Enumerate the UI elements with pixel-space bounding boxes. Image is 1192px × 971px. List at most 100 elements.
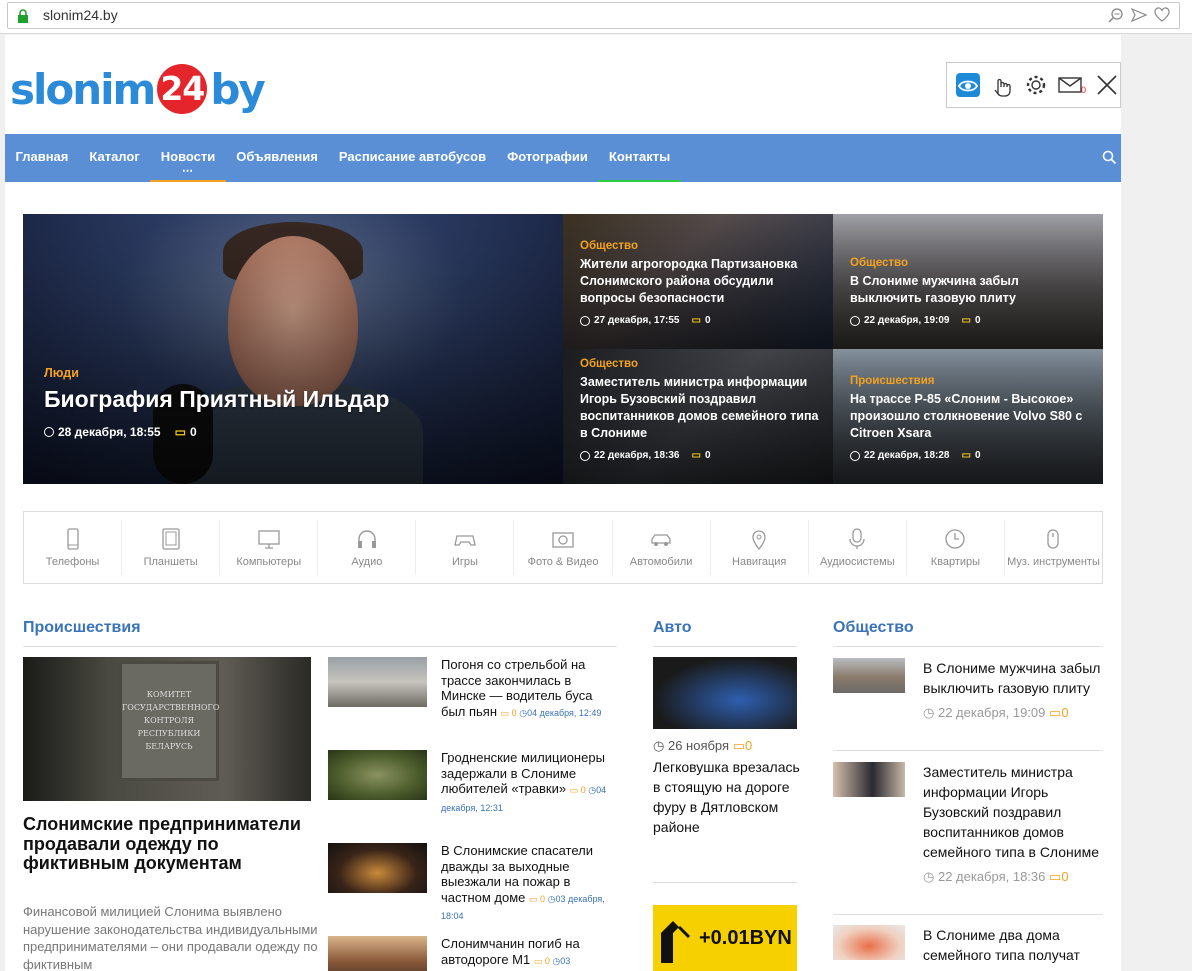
article-date: 22 декабря, 18:28 [864, 450, 950, 461]
featured-excerpt: Финансовой милицией Слонима выявлено нар… [23, 904, 318, 971]
divider [653, 646, 797, 647]
hero-tile[interactable]: Общество Заместитель министра информации… [563, 349, 833, 484]
thumbnail[interactable] [328, 750, 427, 800]
search-icon[interactable] [1102, 150, 1117, 165]
list-item-title[interactable]: В Слониме мужчина забыл выключить газову… [923, 660, 1100, 696]
comment-icon: ▭ [732, 738, 745, 753]
comment-count: 0 [704, 450, 711, 461]
catalog-item-cars[interactable]: Автомобили [613, 520, 711, 575]
article-title[interactable]: В Слониме мужчина забыл выключить газову… [850, 273, 1091, 307]
category-label[interactable]: Общество [580, 358, 821, 370]
divider [833, 914, 1103, 915]
featured-title[interactable]: Слонимские предприниматели продавали оде… [23, 814, 323, 874]
mail-icon[interactable] [1057, 72, 1083, 98]
thumbnail[interactable] [328, 657, 427, 707]
hand-pointer-icon[interactable] [989, 72, 1015, 98]
browser-url-bar: slonim24.by [0, 0, 1192, 34]
lock-icon [18, 9, 28, 23]
nav-contacts[interactable]: Контакты [598, 134, 681, 182]
catalog-bar: Телефоны Планшеты Компьютеры Аудио Игры … [23, 511, 1103, 584]
auto-article-title[interactable]: Легковушка врезалась в стоящую на дороге… [653, 757, 803, 837]
eye-accessibility-icon[interactable] [955, 72, 981, 98]
article-title[interactable]: Жители агрогородка Партизановка Слонимск… [580, 256, 821, 307]
auto-meta: ◷ 26 ноября ▭0 [653, 738, 753, 753]
list-item-title[interactable]: В Слониме два дома семейного типа получа… [923, 927, 1080, 963]
section-title-society[interactable]: Общество [833, 619, 914, 637]
comment-icon: ▭ [691, 450, 701, 461]
section-title-auto[interactable]: Авто [653, 619, 692, 637]
thumbnail[interactable] [833, 925, 905, 960]
address-field[interactable]: slonim24.by [7, 2, 1180, 29]
thumbnail[interactable] [328, 843, 427, 893]
article-date: 28 декабря, 18:55 [58, 425, 161, 439]
catalog-item-photo-video[interactable]: Фото & Видео [514, 520, 613, 575]
nav-catalog[interactable]: Каталог [79, 134, 150, 182]
category-label[interactable]: Общество [580, 240, 821, 252]
comment-icon: ▭ [1049, 869, 1062, 884]
nav-ads[interactable]: Объявления [226, 134, 329, 182]
mail-badge: 0 [1081, 85, 1087, 95]
comment-count: 0 [189, 425, 197, 439]
catalog-item-phones[interactable]: Телефоны [24, 520, 123, 575]
category-label[interactable]: Общество [850, 257, 1091, 269]
comment-icon: ▭ [569, 785, 581, 795]
list-item-title[interactable]: Заместитель министра информации Игорь Бу… [923, 764, 1099, 860]
featured-image[interactable]: КОМИТЕТ ГОСУДАРСТВЕННОГО КОНТРОЛЯ РЕСПУБ… [23, 657, 311, 801]
section-title-incidents[interactable]: Происшествия [23, 619, 141, 637]
catalog-item-audio[interactable]: Аудио [318, 520, 417, 575]
nav-bus-schedule[interactable]: Расписание автобусов [328, 134, 496, 182]
nav-news[interactable]: Новости ⋯ [150, 134, 226, 182]
hero-tile[interactable]: Происшествия На трассе Р-85 «Слоним - Вы… [833, 349, 1103, 484]
clock-icon [44, 427, 54, 437]
article-date: 22 декабря, 19:09 [864, 315, 950, 326]
hero-tile[interactable]: Общество Жители агрогородка Партизановка… [563, 214, 833, 349]
clock-icon [850, 450, 860, 461]
thumbnail[interactable] [328, 936, 427, 971]
catalog-item-games[interactable]: Игры [416, 520, 515, 575]
auto-thumbnail[interactable] [653, 657, 797, 729]
thumbnail[interactable] [833, 762, 905, 797]
comment-count: 0 [974, 450, 981, 461]
catalog-item-audio-systems[interactable]: Аудиосистемы [809, 520, 907, 575]
article-title[interactable]: На трассе Р-85 «Слоним - Высокое» произо… [850, 391, 1091, 442]
thumbnail[interactable] [833, 658, 905, 693]
search-page-icon[interactable] [1107, 6, 1125, 24]
site-logo[interactable]: slonim 24 by [10, 64, 266, 114]
catalog-item-apartments[interactable]: Квартиры [907, 520, 1005, 575]
send-icon[interactable] [1130, 6, 1148, 24]
catalog-item-instruments[interactable]: Муз. инструменты [1005, 520, 1102, 575]
catalog-item-tablets[interactable]: Планшеты [122, 520, 221, 575]
url-text: slonim24.by [43, 7, 118, 23]
nav-home[interactable]: Главная [5, 134, 79, 182]
gear-icon[interactable] [1023, 72, 1049, 98]
hero-grid: Люди Биография Приятный Ильдар 28 декабр… [23, 214, 1103, 484]
comment-icon: ▭ [1049, 705, 1062, 720]
clock-icon: ◷ [519, 707, 528, 718]
accessibility-widget: 0 [946, 62, 1121, 108]
comment-icon: ▭ [174, 425, 186, 439]
divider [653, 882, 797, 883]
fuel-nozzle-icon [661, 921, 691, 963]
article-title[interactable]: Биография Приятный Ильдар [44, 386, 553, 413]
catalog-item-computers[interactable]: Компьютеры [220, 520, 319, 575]
divider [833, 750, 1103, 751]
article-date: 22 декабря, 18:36 [594, 450, 680, 461]
comment-icon: ▭ [961, 315, 971, 326]
catalog-item-navigation[interactable]: Навигация [711, 520, 809, 575]
divider [23, 646, 617, 647]
location-icon [752, 529, 766, 550]
camera-icon [552, 531, 574, 548]
more-dots-icon: ⋯ [182, 165, 194, 177]
hero-tile[interactable]: Общество В Слониме мужчина забыл выключи… [833, 214, 1103, 349]
heart-icon[interactable] [1153, 6, 1171, 24]
clock-icon [580, 450, 590, 461]
nav-photos[interactable]: Фотографии [497, 134, 599, 182]
close-icon[interactable] [1094, 72, 1120, 98]
microphone-icon [849, 527, 865, 549]
clock-icon [850, 315, 860, 326]
article-title[interactable]: Заместитель министра информации Игорь Бу… [580, 374, 821, 442]
category-label[interactable]: Происшествия [850, 375, 1091, 387]
category-label[interactable]: Люди [44, 366, 553, 380]
hero-main-tile[interactable]: Люди Биография Приятный Ильдар 28 декабр… [23, 214, 563, 484]
fuel-price-banner[interactable]: +0.01BYN [653, 905, 797, 971]
